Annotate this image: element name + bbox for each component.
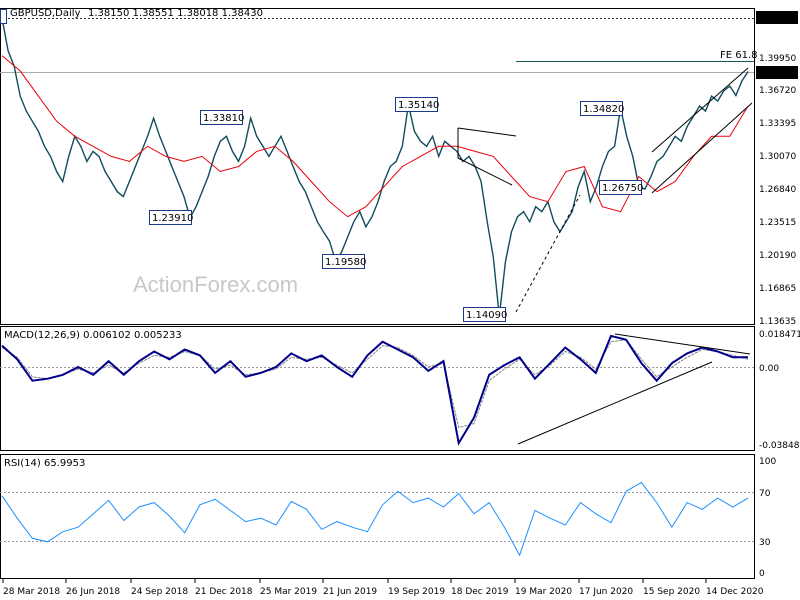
price-tick: 1.39950 bbox=[759, 54, 796, 64]
watermark: ActionForex.com bbox=[133, 272, 298, 297]
svg-text:1.35140: 1.35140 bbox=[398, 100, 439, 111]
price-axis: 1.43760 1.39950 1.38430 1.36720 1.33395 … bbox=[756, 11, 798, 327]
rsi-tick: 100 bbox=[759, 457, 776, 467]
price-tick: 1.36720 bbox=[759, 86, 796, 96]
header-symbol: GBPUSD,Daily bbox=[10, 8, 81, 19]
x-axis-tick-label: 14 Dec 2020 bbox=[706, 587, 764, 597]
price-tick: 1.20190 bbox=[759, 251, 796, 261]
annotation-1-35140: 1.35140 bbox=[395, 97, 439, 112]
price-tick: 1.13635 bbox=[759, 317, 796, 327]
price-tick: 1.16865 bbox=[759, 284, 796, 294]
macd-tick: 0.018471 bbox=[759, 330, 800, 340]
current-price-tag-text: 1.38430 bbox=[759, 69, 796, 79]
price-tick: 1.30070 bbox=[759, 152, 796, 162]
annotation-1-19580: 1.19580 bbox=[322, 254, 366, 269]
price-tick: 1.26840 bbox=[759, 185, 796, 195]
annotation-1-14090: 1.14090 bbox=[463, 307, 507, 322]
svg-text:1.14090: 1.14090 bbox=[466, 310, 507, 321]
annotation-1-26750: 1.26750 bbox=[599, 180, 643, 195]
svg-text:1.19580: 1.19580 bbox=[325, 257, 366, 268]
x-axis-tick-label: 21 Dec 2018 bbox=[195, 587, 253, 597]
annotation-1-33810: 1.33810 bbox=[200, 110, 244, 125]
x-axis-tick-label: 18 Dec 2019 bbox=[451, 587, 509, 597]
macd-tick: 0.00 bbox=[759, 364, 779, 374]
x-axis-tick-label: 19 Sep 2019 bbox=[388, 587, 445, 597]
rsi-tick: 0 bbox=[759, 569, 765, 579]
price-tick: 1.33395 bbox=[759, 119, 796, 129]
x-axis-tick-label: 25 Mar 2019 bbox=[260, 587, 317, 597]
svg-text:1.33810: 1.33810 bbox=[203, 113, 244, 124]
price-panel-frame bbox=[0, 8, 755, 325]
annotation-1-34820: 1.34820 bbox=[580, 101, 624, 116]
rsi-panel-frame bbox=[0, 454, 755, 579]
svg-text:1.26750: 1.26750 bbox=[602, 183, 643, 194]
macd-title: MACD(12,26,9) 0.006102 0.005233 bbox=[4, 330, 182, 341]
x-axis-tick-label: 15 Sep 2020 bbox=[643, 587, 700, 597]
macd-tick: -0.038486 bbox=[759, 441, 800, 451]
x-axis-tick-label: 19 Mar 2020 bbox=[515, 587, 572, 597]
fe-level-label: FE 61.8 bbox=[720, 50, 758, 61]
price-tick: 1.23515 bbox=[759, 218, 796, 228]
annotation-1-43760 bbox=[0, 9, 7, 24]
x-axis-tick-label: 21 Jun 2019 bbox=[323, 587, 377, 597]
svg-text:1.34820: 1.34820 bbox=[583, 104, 624, 115]
x-axis-tick-label: 24 Sep 2018 bbox=[131, 587, 188, 597]
x-axis: 28 Mar 2018 26 Jun 2018 24 Sep 2018 21 Dec … bbox=[2, 579, 764, 597]
rsi-tick: 30 bbox=[759, 538, 771, 548]
rsi-title: RSI(14) 65.9953 bbox=[4, 458, 85, 469]
price-chart: ActionForex.com GBPUSD,Daily 1.38150 1.3… bbox=[0, 8, 800, 597]
high-level-tag-text: 1.43760 bbox=[759, 14, 796, 24]
rsi-tick: 70 bbox=[759, 489, 771, 499]
annotation-1-23910: 1.23910 bbox=[149, 210, 193, 225]
x-axis-tick-label: 17 Jun 2020 bbox=[579, 587, 633, 597]
x-axis-tick-label: 28 Mar 2018 bbox=[3, 587, 60, 597]
x-axis-tick-label: 26 Jun 2018 bbox=[66, 587, 120, 597]
svg-text:1.23910: 1.23910 bbox=[152, 213, 193, 224]
header-ohlc: 1.38150 1.38551 1.38018 1.38430 bbox=[88, 8, 263, 19]
